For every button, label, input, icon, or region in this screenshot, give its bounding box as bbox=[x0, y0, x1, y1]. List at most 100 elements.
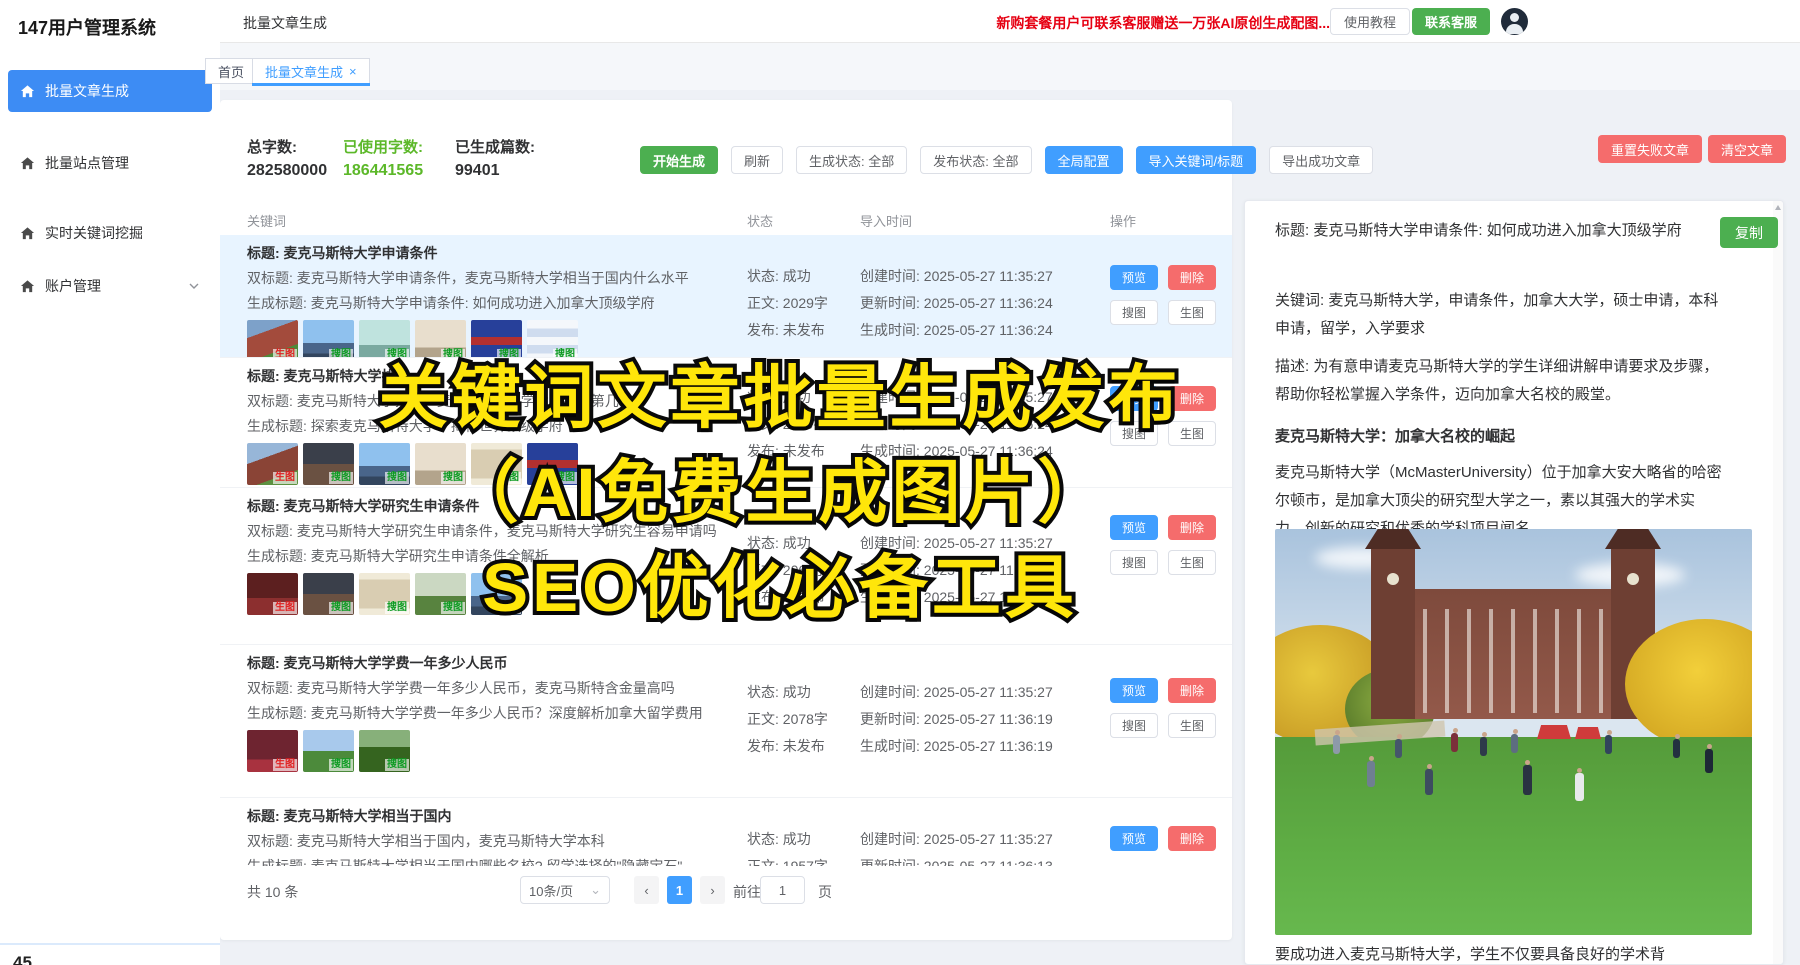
thumb-badge: 搜图 bbox=[329, 472, 353, 484]
generate-image-button[interactable]: 生图 bbox=[1168, 300, 1216, 325]
search-image-button[interactable]: 搜图 bbox=[1110, 300, 1158, 325]
generate-image-button[interactable]: 生图 bbox=[1168, 421, 1216, 446]
toolbar: 开始生成 刷新 生成状态: 全部 发布状态: 全部 全局配置 导入关键词/标题 … bbox=[640, 146, 1373, 174]
thumb-badge: 搜图 bbox=[441, 472, 465, 484]
row-title: 标题: 麦克马斯特大学学费一年多少人民币 bbox=[247, 651, 739, 676]
search-image-button[interactable]: 搜图 bbox=[1110, 421, 1158, 446]
search-image-button[interactable]: 搜图 bbox=[1110, 550, 1158, 575]
generate-image-button[interactable]: 生图 bbox=[1168, 550, 1216, 575]
row-double-title: 双标题: 麦克马斯特大学学费一年多少人民币，麦克马斯特含金量高吗 bbox=[247, 676, 739, 701]
preview-button[interactable]: 预览 bbox=[1110, 386, 1158, 411]
sidebar-item-keyword-mining[interactable]: 实时关键词挖掘 bbox=[8, 212, 212, 254]
article-thumbnail[interactable]: 搜图 bbox=[303, 320, 354, 358]
preview-description: 描述: 为有意申请麦克马斯特大学的学生详细讲解申请要求及步骤，帮助你轻松掌握入学… bbox=[1275, 353, 1722, 409]
tab-batch-article[interactable]: 批量文章生成 × bbox=[252, 58, 370, 84]
article-thumbnail[interactable]: 搜图 bbox=[359, 320, 410, 358]
close-icon[interactable]: × bbox=[349, 64, 357, 79]
goto-page-input[interactable] bbox=[760, 876, 805, 904]
row-generated-title: 生成标题: 探索麦克马斯特大学：揭秘世界顶级学府 bbox=[247, 414, 739, 439]
col-header-actions: 操作 bbox=[1110, 211, 1136, 230]
delete-button[interactable]: 删除 bbox=[1168, 265, 1216, 290]
export-success-button[interactable]: 导出成功文章 bbox=[1269, 146, 1373, 174]
table-row[interactable]: 标题: 麦克马斯特大学申请条件 双标题: 麦克马斯特大学申请条件，麦克马斯特大学… bbox=[220, 235, 1232, 358]
status-text: 状态: 成功 bbox=[747, 679, 857, 706]
red-tent bbox=[1537, 725, 1571, 739]
thumb-badge: 搜图 bbox=[385, 759, 409, 771]
table-row[interactable]: 标题: 麦克马斯特大学相当于国内 双标题: 麦克马斯特大学相当于国内，麦克马斯特… bbox=[220, 798, 1232, 866]
contact-support-button[interactable]: 联系客服 bbox=[1412, 8, 1490, 35]
preview-button[interactable]: 预览 bbox=[1110, 265, 1158, 290]
article-thumbnail[interactable]: 搜图 bbox=[359, 443, 410, 485]
scrollbar-up-arrow[interactable] bbox=[1775, 205, 1781, 210]
article-thumbnail[interactable]: 生图 bbox=[247, 320, 298, 358]
thumb-badge: 生图 bbox=[273, 349, 297, 358]
sidebar-item-account[interactable]: 账户管理 bbox=[8, 265, 212, 307]
article-thumbnail[interactable]: 生图 bbox=[247, 730, 298, 772]
scrollbar[interactable] bbox=[1773, 201, 1783, 964]
article-thumbnail[interactable]: 生图 bbox=[247, 573, 298, 615]
article-thumbnail[interactable]: 搜图 bbox=[415, 320, 466, 358]
article-thumbnail[interactable]: 生图 bbox=[247, 443, 298, 485]
prev-page-button[interactable]: ‹ bbox=[634, 876, 659, 904]
generate-status-filter[interactable]: 生成状态: 全部 bbox=[796, 146, 907, 174]
article-thumbnail[interactable]: 搜图 bbox=[415, 573, 466, 615]
article-thumbnail[interactable]: 搜图 bbox=[527, 443, 578, 485]
thumb-badge: 生图 bbox=[273, 602, 297, 614]
page-number-1[interactable]: 1 bbox=[667, 876, 692, 904]
delete-button[interactable]: 删除 bbox=[1168, 386, 1216, 411]
generate-image-button[interactable]: 生图 bbox=[1168, 713, 1216, 738]
article-thumbnail[interactable]: 搜图 bbox=[527, 320, 578, 358]
page-unit-label: 页 bbox=[818, 882, 832, 902]
article-thumbnail[interactable]: 搜图 bbox=[303, 573, 354, 615]
row-title: 标题: 麦克马斯特大学研究生申请条件 bbox=[247, 494, 739, 519]
home-icon bbox=[20, 156, 35, 171]
time-cell: 创建时间: 2025-05-27 11:35:27 更新时间: 2025-05-… bbox=[860, 530, 1140, 611]
table-row[interactable]: 标题: 麦克马斯特大学学费一年多少人民币 双标题: 麦克马斯特大学学费一年多少人… bbox=[220, 645, 1232, 798]
thumb-badge: 搜图 bbox=[441, 349, 465, 358]
preview-button[interactable]: 预览 bbox=[1110, 826, 1158, 851]
article-thumbnail[interactable]: 搜图 bbox=[359, 573, 410, 615]
publish-status-filter[interactable]: 发布状态: 全部 bbox=[920, 146, 1031, 174]
tutorial-button[interactable]: 使用教程 bbox=[1330, 8, 1410, 35]
table-row[interactable]: 标题: 麦克马斯特大学排名 双标题: 麦克马斯特大学排名，麦克马斯特大学世界排名… bbox=[220, 358, 1232, 488]
avatar[interactable] bbox=[1501, 8, 1528, 35]
article-thumbnail[interactable]: 搜图 bbox=[471, 320, 522, 358]
breadcrumb: 批量文章生成 bbox=[243, 13, 327, 33]
tab-home[interactable]: 首页 bbox=[205, 58, 257, 84]
delete-button[interactable]: 删除 bbox=[1168, 678, 1216, 703]
start-generate-button[interactable]: 开始生成 bbox=[640, 146, 718, 174]
preview-button[interactable]: 预览 bbox=[1110, 515, 1158, 540]
article-thumbnail[interactable]: 搜图 bbox=[303, 443, 354, 485]
import-keywords-button[interactable]: 导入关键词/标题 bbox=[1136, 146, 1257, 174]
preview-button[interactable]: 预览 bbox=[1110, 678, 1158, 703]
reset-failed-button[interactable]: 重置失败文章 bbox=[1598, 135, 1702, 163]
article-thumbnail[interactable]: 搜图 bbox=[303, 730, 354, 772]
article-thumbnail[interactable]: 搜图 bbox=[471, 573, 522, 615]
word-count: 正文: 2115字 bbox=[747, 411, 857, 438]
article-thumbnail[interactable]: 搜图 bbox=[359, 730, 410, 772]
row-title: 标题: 麦克马斯特大学排名 bbox=[247, 364, 739, 389]
table-row[interactable]: 标题: 麦克马斯特大学研究生申请条件 双标题: 麦克马斯特大学研究生申请条件，麦… bbox=[220, 488, 1232, 645]
clear-articles-button[interactable]: 清空文章 bbox=[1708, 135, 1786, 163]
active-tab-underline bbox=[252, 83, 370, 86]
copy-button[interactable]: 复制 bbox=[1720, 217, 1778, 248]
thumb-badge: 搜图 bbox=[441, 602, 465, 614]
sidebar-item-batch-site[interactable]: 批量站点管理 bbox=[8, 142, 212, 184]
status-cell: 状态: 成功 正文: 2063字 发布: 未发布 bbox=[747, 530, 857, 611]
time-cell: 创建时间: 2025-05-27 11:35:27 更新时间: 2025-05-… bbox=[860, 826, 1140, 866]
col-header-keyword: 关键词 bbox=[247, 211, 286, 230]
chevron-down-icon: ⌄ bbox=[590, 882, 601, 898]
next-page-button[interactable]: › bbox=[700, 876, 725, 904]
page-size-select[interactable]: 10条/页 ⌄ bbox=[520, 876, 610, 904]
delete-button[interactable]: 删除 bbox=[1168, 515, 1216, 540]
col-header-status: 状态 bbox=[747, 211, 773, 230]
refresh-button[interactable]: 刷新 bbox=[731, 146, 783, 174]
article-thumbnail[interactable]: 搜图 bbox=[415, 443, 466, 485]
delete-button[interactable]: 删除 bbox=[1168, 826, 1216, 851]
avatar-person-icon bbox=[1510, 13, 1519, 22]
tab-strip bbox=[220, 43, 1800, 90]
sidebar-item-batch-article[interactable]: 批量文章生成 bbox=[8, 70, 212, 112]
article-thumbnail[interactable]: 搜图 bbox=[471, 443, 522, 485]
search-image-button[interactable]: 搜图 bbox=[1110, 713, 1158, 738]
global-config-button[interactable]: 全局配置 bbox=[1045, 146, 1123, 174]
